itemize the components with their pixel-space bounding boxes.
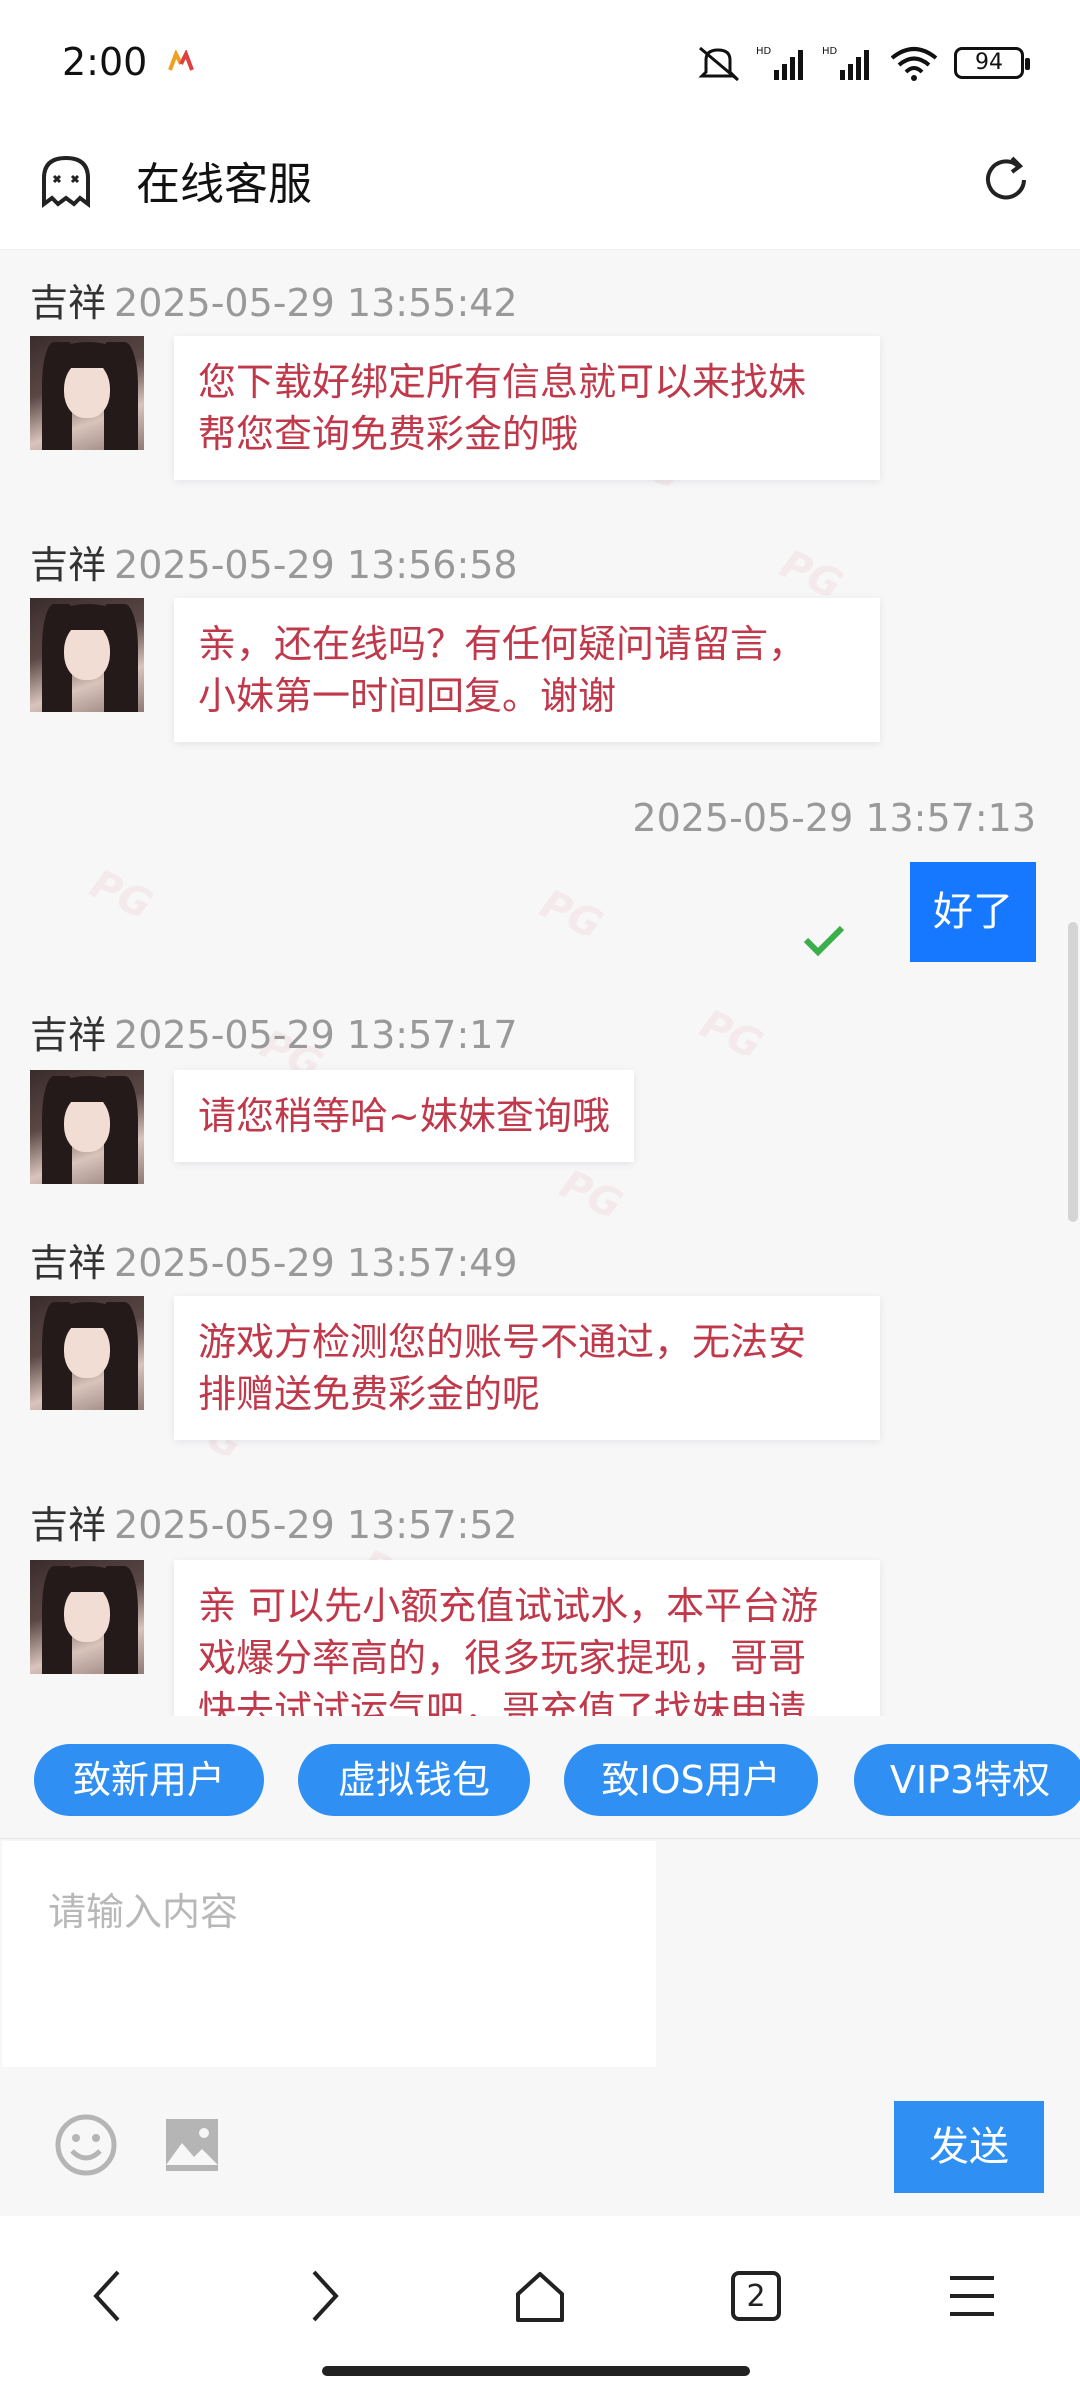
menu-button[interactable] <box>932 2256 1012 2336</box>
status-bar: 2:00 HD HD 94 <box>0 0 1080 130</box>
tabs-icon: 2 <box>731 2271 781 2321</box>
message-bubble: 您下载好绑定所有信息就可以来找妹 帮您查询免费彩金的哦 <box>174 336 880 480</box>
quick-reply-vip3[interactable]: VIP3特权 <box>854 1744 1080 1816</box>
status-indicators: HD HD 94 <box>696 44 1030 82</box>
home-button[interactable] <box>500 2256 580 2336</box>
message-header: 吉祥 2025-05-29 13:56:58 <box>30 534 518 589</box>
signal-icon: HD <box>756 46 803 80</box>
forward-button[interactable] <box>284 2256 364 2336</box>
message-list[interactable]: PG PG PG PG PG PG PG PG PG PG 吉祥2025-05-… <box>0 252 1080 1716</box>
message-header: 吉祥 2025-05-29 13:55:42 <box>30 272 518 327</box>
status-time: 2:00 <box>62 40 148 84</box>
avatar[interactable] <box>30 1070 144 1184</box>
check-icon <box>803 925 845 957</box>
chevron-left-icon <box>93 2270 120 2322</box>
avatar[interactable] <box>30 1296 144 1410</box>
tabs-button[interactable]: 2 <box>716 2256 796 2336</box>
scrollbar[interactable] <box>1068 922 1078 1222</box>
message-line: 小妹第一时间回复。谢谢 <box>198 674 617 718</box>
send-button[interactable]: 发送 <box>894 2101 1044 2193</box>
avatar[interactable] <box>30 1560 144 1674</box>
wifi-icon <box>890 47 938 81</box>
message-line: 戏爆分率高的，很多玩家提现，哥哥 <box>198 1636 807 1680</box>
svg-text:HD: HD <box>756 46 772 57</box>
mute-icon <box>698 46 739 82</box>
sender-name: 吉祥 <box>30 1241 107 1285</box>
input-area: 发送 <box>0 1838 1080 2193</box>
tab-count: 2 <box>746 2278 766 2314</box>
sender-name: 吉祥 <box>30 543 107 587</box>
sender-name: 吉祥 <box>30 281 107 325</box>
ghost-icon[interactable] <box>38 154 94 210</box>
message-line: 帮您查询免费彩金的哦 <box>198 412 579 456</box>
app-notification-icon <box>168 50 194 71</box>
message-time: 2025-05-29 13:57:49 <box>114 1241 518 1285</box>
emoji-icon[interactable] <box>54 2113 118 2177</box>
message-line: 游戏方检测您的账号不通过，无法安 <box>198 1320 807 1364</box>
quick-reply-ios[interactable]: 致IOS用户 <box>564 1744 818 1816</box>
chat-header: 在线客服 <box>0 130 1080 250</box>
sender-name: 吉祥 <box>30 1013 107 1057</box>
back-button[interactable] <box>68 2256 148 2336</box>
refresh-icon[interactable] <box>978 152 1034 208</box>
quick-reply-new-user[interactable]: 致新用户 <box>34 1744 264 1816</box>
message-line: 快去试试运气吧，哥充值了找妹申请 <box>198 1688 807 1716</box>
message-line: 您下载好绑定所有信息就可以来找妹 <box>198 360 807 404</box>
message-time: 2025-05-29 13:56:58 <box>114 543 518 587</box>
menu-icon <box>950 2276 994 2316</box>
message-header: 吉祥 2025-05-29 13:57:17 <box>30 1004 518 1059</box>
home-icon <box>516 2272 564 2322</box>
browser-nav-bar: 2 <box>0 2216 1080 2400</box>
my-message-time: 2025-05-29 13:57:13 <box>632 796 1036 840</box>
message-time: 2025-05-29 13:57:17 <box>114 1013 518 1057</box>
image-icon[interactable] <box>164 2117 220 2173</box>
chevron-right-icon <box>312 2270 339 2322</box>
message-input[interactable] <box>2 1841 656 2067</box>
quick-reply-wallet[interactable]: 虚拟钱包 <box>298 1744 530 1816</box>
svg-text:HD: HD <box>822 46 838 57</box>
sender-name: 吉祥 <box>30 1503 107 1547</box>
message-line: 请您稍等哈~妹妹查询哦 <box>198 1094 610 1138</box>
message-line: 亲 可以先小额充值试试水，本平台游 <box>198 1584 819 1628</box>
message-line: 亲，还在线吗？有任何疑问请留言， <box>198 622 807 666</box>
page-title: 在线客服 <box>136 159 312 210</box>
message-line: 排赠送免费彩金的呢 <box>198 1372 541 1416</box>
message-header: 吉祥 2025-05-29 13:57:49 <box>30 1232 518 1287</box>
message-bubble: 亲，还在线吗？有任何疑问请留言， 小妹第一时间回复。谢谢 <box>174 598 880 742</box>
message-bubble: 亲 可以先小额充值试试水，本平台游 戏爆分率高的，很多玩家提现，哥哥 快去试试运… <box>174 1560 880 1716</box>
gesture-bar[interactable] <box>322 2366 750 2376</box>
message-time: 2025-05-29 13:57:52 <box>114 1503 518 1547</box>
message-time: 2025-05-29 13:55:42 <box>114 281 518 325</box>
message-header: 吉祥 2025-05-29 13:57:52 <box>30 1494 518 1549</box>
signal-icon-2: HD <box>822 46 869 80</box>
quick-reply-bar: 致新用户 虚拟钱包 致IOS用户 VIP3特权 <box>0 1716 1080 1836</box>
battery-icon: 94 <box>954 47 1030 79</box>
message-bubble: 游戏方检测您的账号不通过，无法安 排赠送免费彩金的呢 <box>174 1296 880 1440</box>
my-message-bubble: 好了 <box>910 862 1036 962</box>
message-bubble: 请您稍等哈~妹妹查询哦 <box>174 1070 634 1162</box>
avatar[interactable] <box>30 336 144 450</box>
avatar[interactable] <box>30 598 144 712</box>
